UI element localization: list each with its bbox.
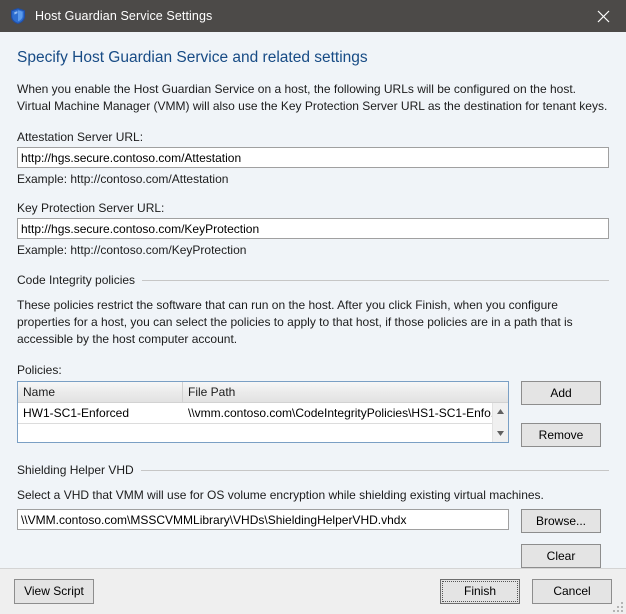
code-integrity-description: These policies restrict the software tha…: [17, 297, 609, 348]
window-title: Host Guardian Service Settings: [35, 9, 213, 23]
scroll-up-icon[interactable]: [493, 403, 509, 420]
table-row[interactable]: HW1-SC1-Enforced \\vmm.contoso.com\CodeI…: [18, 403, 508, 423]
code-integrity-description-line-1: These policies restrict the software tha…: [17, 298, 558, 312]
remove-policy-button[interactable]: Remove: [521, 423, 601, 447]
cancel-button[interactable]: Cancel: [532, 579, 612, 604]
finish-button[interactable]: Finish: [440, 579, 520, 604]
code-integrity-description-line-3: accessible by the host computer account.: [17, 332, 238, 346]
clear-button[interactable]: Clear: [521, 544, 601, 568]
shielding-vhd-path-input[interactable]: [17, 509, 509, 530]
key-protection-url-example: Example: http://contoso.com/KeyProtectio…: [17, 243, 247, 257]
host-guardian-service-settings-dialog: Host Guardian Service Settings Specify H…: [0, 0, 626, 614]
close-icon[interactable]: [581, 0, 626, 32]
group-divider: [142, 279, 609, 281]
resize-grip[interactable]: [610, 599, 624, 613]
key-protection-url-label: Key Protection Server URL:: [17, 201, 165, 215]
code-integrity-description-line-2: properties for a host, you can select th…: [17, 315, 573, 329]
shielding-vhd-actions: Browse... Clear: [521, 509, 601, 568]
attestation-url-label: Attestation Server URL:: [17, 130, 144, 144]
view-script-button[interactable]: View Script: [14, 579, 94, 604]
shielding-vhd-description-line-1: Select a VHD that VMM will use for OS vo…: [17, 488, 544, 502]
title-bar: Host Guardian Service Settings: [0, 0, 626, 32]
policies-label: Policies:: [17, 363, 62, 377]
cell-file-path: \\vmm.contoso.com\CodeIntegrityPolicies\…: [188, 406, 501, 420]
intro-line-2: Virtual Machine Manager (VMM) will also …: [17, 99, 608, 113]
group-divider: [140, 469, 609, 471]
column-header-file-path[interactable]: File Path: [183, 382, 508, 402]
code-integrity-group-label: Code Integrity policies: [17, 273, 136, 287]
cell-name: HW1-SC1-Enforced: [23, 406, 130, 420]
shielding-vhd-group-header: Shielding Helper VHD: [17, 463, 609, 477]
policies-table-scrollbar[interactable]: [492, 403, 508, 442]
browse-button[interactable]: Browse...: [521, 509, 601, 533]
dialog-content: Specify Host Guardian Service and relate…: [0, 32, 626, 568]
policies-section: Name File Path HW1-SC1-Enforced \\vmm.co…: [17, 381, 609, 447]
code-integrity-group-header: Code Integrity policies: [17, 273, 609, 287]
intro-line-1: When you enable the Host Guardian Servic…: [17, 82, 576, 96]
scroll-down-icon[interactable]: [493, 425, 509, 442]
policies-table[interactable]: Name File Path HW1-SC1-Enforced \\vmm.co…: [17, 381, 509, 443]
shielding-vhd-description: Select a VHD that VMM will use for OS vo…: [17, 487, 609, 504]
shielding-vhd-group-label: Shielding Helper VHD: [17, 463, 134, 477]
key-protection-url-input[interactable]: [17, 218, 609, 239]
finish-button-label: Finish: [463, 584, 496, 598]
intro-paragraph: When you enable the Host Guardian Servic…: [17, 81, 609, 115]
table-row-empty[interactable]: [18, 423, 508, 442]
dialog-footer: View Script Finish Cancel: [0, 568, 626, 614]
attestation-url-input[interactable]: [17, 147, 609, 168]
attestation-url-example: Example: http://contoso.com/Attestation: [17, 172, 229, 186]
add-policy-button[interactable]: Add: [521, 381, 601, 405]
shield-icon: [11, 8, 25, 24]
policies-actions: Add Remove: [521, 381, 601, 447]
policies-table-header: Name File Path: [18, 382, 508, 403]
shielding-vhd-section: Browse... Clear: [17, 509, 609, 568]
page-title: Specify Host Guardian Service and relate…: [17, 49, 368, 66]
column-header-name[interactable]: Name: [18, 382, 183, 402]
policies-table-body: HW1-SC1-Enforced \\vmm.contoso.com\CodeI…: [18, 403, 508, 442]
